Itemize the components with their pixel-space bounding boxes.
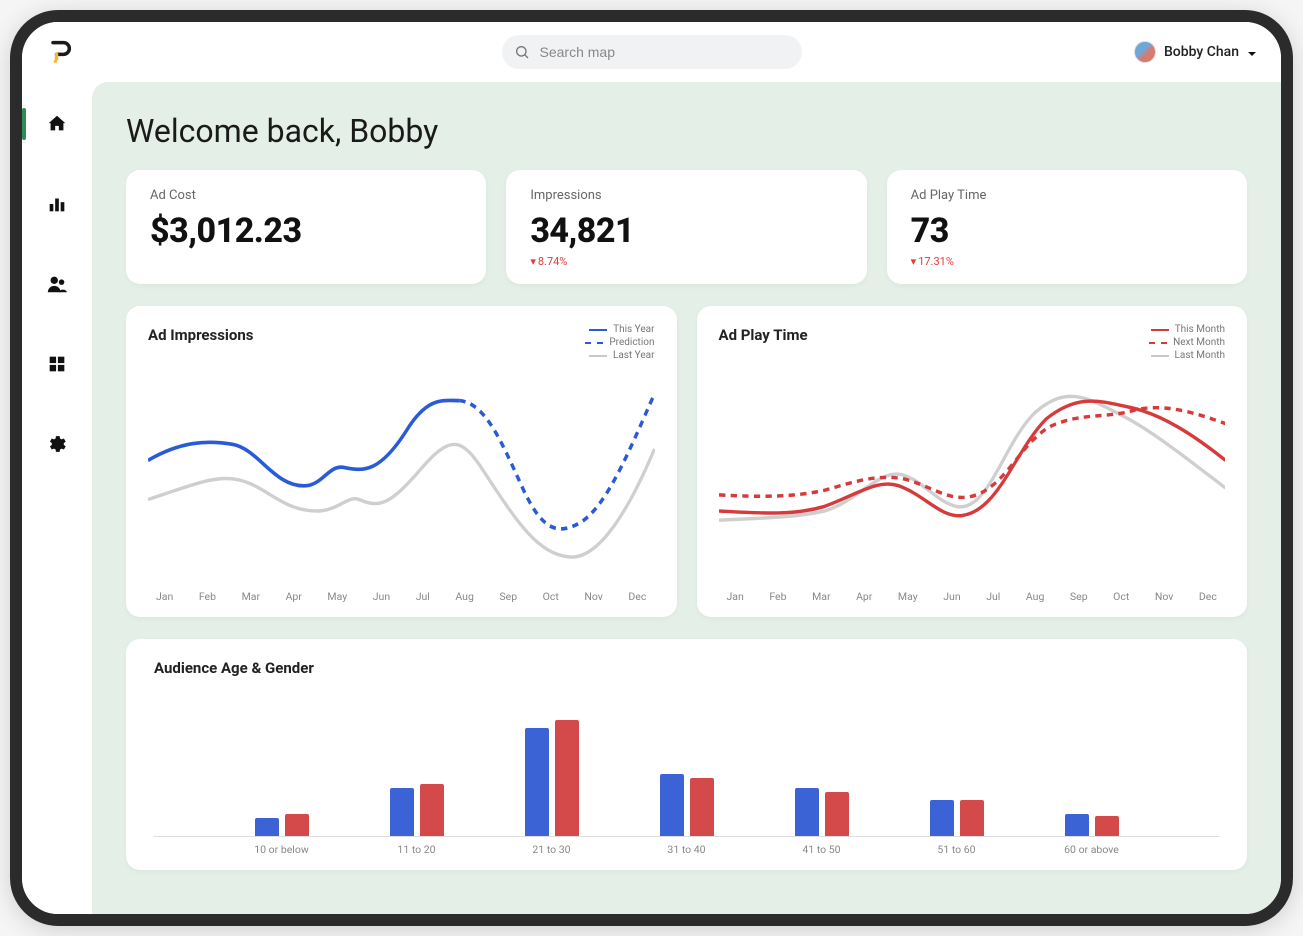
x-axis-tick: 10 or below <box>242 843 322 856</box>
caret-down-icon: ▾ <box>911 255 917 268</box>
search-container <box>502 35 802 69</box>
bar-female <box>285 814 309 836</box>
chart-legend: This Year Prediction Last Year <box>585 324 654 363</box>
bar-female <box>690 778 714 836</box>
sidebar-item-analytics[interactable] <box>22 182 92 226</box>
stat-card-impressions: Impressions 34,821 ▾ 8.74% <box>506 170 866 284</box>
x-axis-tick: 60 or above <box>1052 843 1132 856</box>
chart-card-impressions: Ad Impressions This Year Prediction Last… <box>126 306 677 617</box>
bar-group <box>1052 706 1132 836</box>
stat-label: Ad Play Time <box>911 188 1223 203</box>
stat-delta-text: 17.31% <box>918 255 954 268</box>
legend-label: Next Month <box>1173 337 1225 348</box>
stat-cards-row: Ad Cost $3,012.23 Impressions 34,821 ▾ 8… <box>126 170 1247 284</box>
bar-male <box>255 818 279 836</box>
stat-value: $3,012.23 <box>150 211 462 251</box>
bar-female <box>420 784 444 836</box>
stat-delta-text: 8.74% <box>538 255 568 268</box>
sidebar <box>22 82 92 914</box>
x-axis-tick: 21 to 30 <box>512 843 592 856</box>
stat-value: 73 <box>911 211 1223 251</box>
bar-group <box>917 706 997 836</box>
stat-label: Impressions <box>530 188 842 203</box>
main-content: Welcome back, Bobby Ad Cost $3,012.23 Im… <box>92 82 1281 914</box>
app-logo[interactable] <box>46 38 74 66</box>
legend-label: Last Year <box>613 350 655 361</box>
bar-male <box>660 774 684 836</box>
bar-group <box>647 706 727 836</box>
legend-label: This Month <box>1175 324 1225 335</box>
caret-down-icon: ▾ <box>530 255 536 268</box>
legend-label: This Year <box>613 324 654 335</box>
stat-delta: ▾ 8.74% <box>530 255 842 268</box>
bar-male <box>525 728 549 836</box>
bar-group <box>512 706 592 836</box>
search-input[interactable] <box>502 35 802 69</box>
bar-group <box>242 706 322 836</box>
sidebar-item-settings[interactable] <box>22 422 92 466</box>
legend-label: Last Month <box>1175 350 1225 361</box>
chart-card-audience: Audience Age & Gender 10 or below 11 to 2… <box>126 639 1247 870</box>
chart-title: Audience Age & Gender <box>154 659 1219 677</box>
bar-chart <box>154 687 1219 837</box>
charts-row: Ad Impressions This Year Prediction Last… <box>126 306 1247 617</box>
chart-card-playtime: Ad Play Time This Month Next Month Last … <box>697 306 1248 617</box>
stat-delta: ▾ 17.31% <box>911 255 1223 268</box>
stat-value: 34,821 <box>530 211 842 251</box>
tablet-frame: Bobby Chan Welcome back, Bob <box>10 10 1293 926</box>
page-title: Welcome back, Bobby <box>126 112 1247 150</box>
avatar <box>1134 41 1156 63</box>
stat-card-adcost: Ad Cost $3,012.23 <box>126 170 486 284</box>
x-axis-tick: 51 to 60 <box>917 843 997 856</box>
x-axis-tick: 11 to 20 <box>377 843 457 856</box>
bar-female <box>960 800 984 836</box>
chart-title: Ad Impressions <box>148 326 655 344</box>
stat-card-playtime: Ad Play Time 73 ▾ 17.31% <box>887 170 1247 284</box>
search-icon <box>514 44 530 60</box>
top-bar: Bobby Chan <box>22 22 1281 82</box>
bar-male <box>930 800 954 836</box>
bar-female <box>555 720 579 836</box>
sidebar-item-users[interactable] <box>22 262 92 306</box>
bar-group <box>782 706 862 836</box>
bar-group <box>377 706 457 836</box>
bar-male <box>390 788 414 836</box>
user-menu[interactable]: Bobby Chan <box>1134 41 1257 63</box>
x-axis-labels: 10 or below 11 to 20 21 to 30 31 to 40 41 to… <box>154 837 1219 856</box>
x-axis-tick: 41 to 50 <box>782 843 862 856</box>
bar-male <box>795 788 819 836</box>
chevron-down-icon <box>1247 47 1257 57</box>
legend-label: Prediction <box>609 337 654 348</box>
sidebar-item-home[interactable] <box>22 102 92 146</box>
user-name: Bobby Chan <box>1164 44 1239 60</box>
x-axis-labels: JanFebMarAprMayJunJulAugSepOctNovDec <box>148 584 655 603</box>
line-chart-svg <box>719 350 1226 580</box>
bar-male <box>1065 814 1089 836</box>
chart-legend: This Month Next Month Last Month <box>1149 324 1225 363</box>
bar-female <box>825 792 849 836</box>
bar-female <box>1095 816 1119 836</box>
x-axis-tick: 31 to 40 <box>647 843 727 856</box>
stat-label: Ad Cost <box>150 188 462 203</box>
x-axis-labels: JanFebMarAprMayJunJulAugSepOctNovDec <box>719 584 1226 603</box>
sidebar-item-apps[interactable] <box>22 342 92 386</box>
line-chart-svg <box>148 350 655 580</box>
